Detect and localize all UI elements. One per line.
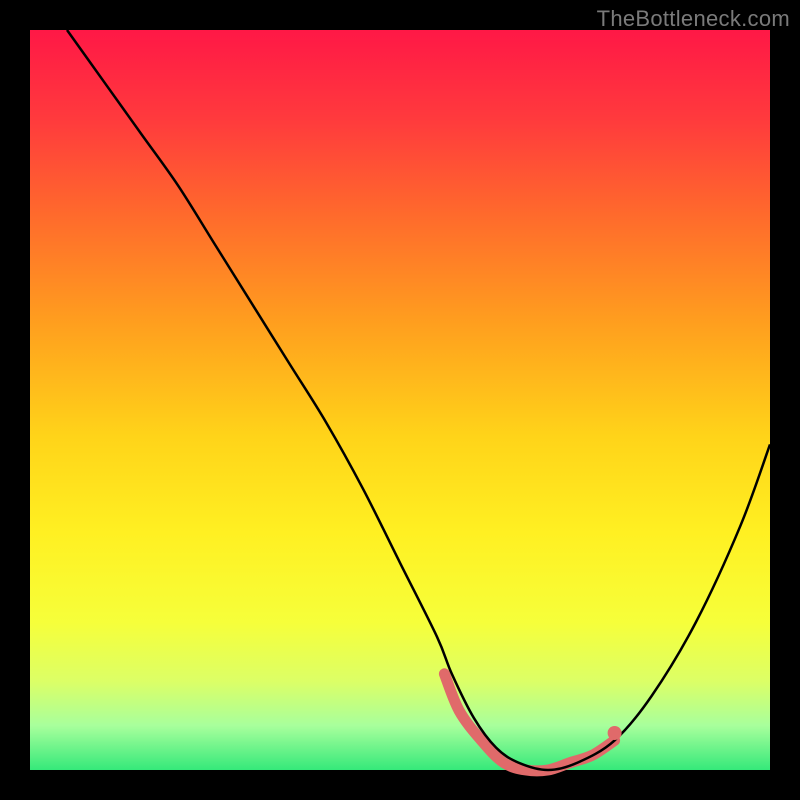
- chart-frame: TheBottleneck.com: [0, 0, 800, 800]
- gradient-background: [30, 30, 770, 770]
- highlight-dot: [608, 726, 622, 740]
- bottleneck-curve-chart: [0, 0, 800, 800]
- watermark-text: TheBottleneck.com: [597, 6, 790, 32]
